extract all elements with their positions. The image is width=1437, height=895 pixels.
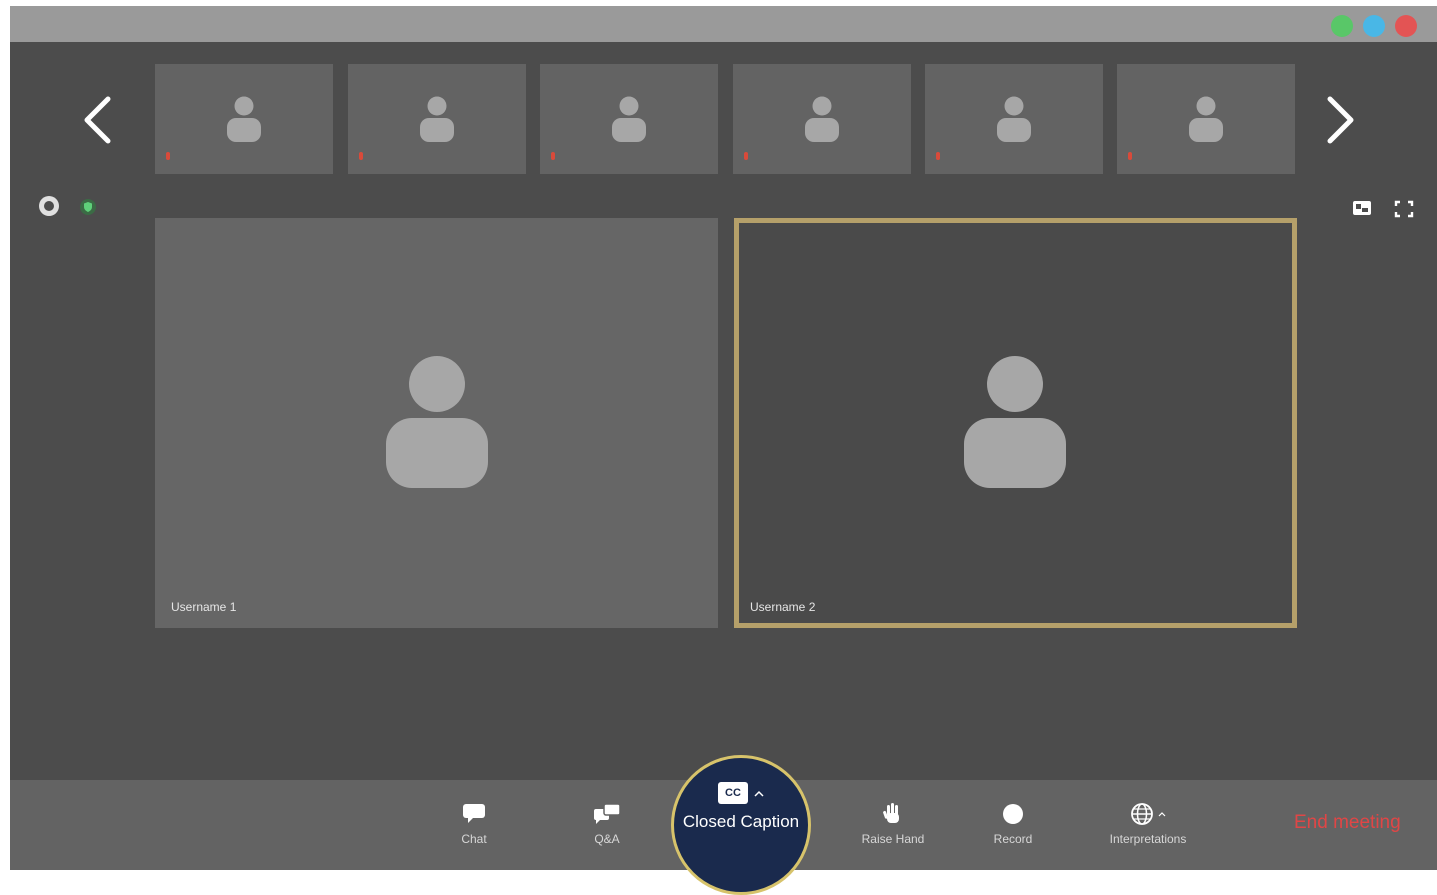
globe-icon	[1131, 803, 1153, 825]
speaker-view-icon	[1353, 201, 1371, 215]
chat-label: Chat	[461, 832, 487, 846]
raise-hand-button[interactable]: Raise Hand	[856, 802, 930, 854]
participant-name: Username 2	[750, 600, 816, 614]
close-window-button[interactable]	[1395, 15, 1417, 37]
participant-thumbnail[interactable]	[348, 64, 526, 174]
chevron-up-icon[interactable]	[754, 789, 764, 797]
speaker-view-button[interactable]	[1352, 200, 1372, 216]
security-button[interactable]	[79, 198, 97, 216]
participant-thumbnail[interactable]	[733, 64, 911, 174]
chat-button[interactable]: Chat	[444, 802, 504, 854]
person-icon	[227, 96, 261, 142]
record-button[interactable]: Record	[983, 802, 1043, 854]
record-label: Record	[993, 832, 1033, 846]
closed-caption-label: Closed Caption	[682, 812, 800, 831]
mic-muted-icon	[936, 152, 940, 160]
active-speaker-video-tile[interactable]: Username 2	[734, 218, 1297, 628]
participant-name: Username 1	[171, 600, 237, 614]
minimize-window-button[interactable]	[1363, 15, 1385, 37]
person-icon	[386, 356, 488, 488]
meeting-info-button[interactable]	[38, 195, 60, 217]
person-icon	[420, 96, 454, 142]
chevron-right-icon	[1327, 96, 1354, 144]
closed-caption-icon: CC	[718, 782, 748, 804]
previous-page-button[interactable]	[77, 95, 117, 145]
mic-muted-icon	[166, 152, 170, 160]
closed-caption-button[interactable]: CC Closed Caption	[671, 755, 811, 895]
next-page-button[interactable]	[1321, 95, 1361, 145]
meeting-toolbar: Chat Q&A CC Closed Caption Raise Hand Re…	[10, 755, 1437, 895]
interpretations-button[interactable]: Interpretations	[1096, 802, 1200, 854]
participant-thumbnail[interactable]	[155, 64, 333, 174]
person-icon	[1189, 96, 1223, 142]
person-icon	[997, 96, 1031, 142]
mic-muted-icon	[744, 152, 748, 160]
end-meeting-button[interactable]: End meeting	[1294, 812, 1401, 834]
participant-thumbnail[interactable]	[1117, 64, 1295, 174]
mic-muted-icon	[359, 152, 363, 160]
meeting-window: Username 1 Username 2 Chat Q&A CC Closed…	[10, 6, 1437, 895]
hand-icon	[883, 803, 899, 823]
chevron-up-icon[interactable]	[1158, 811, 1166, 817]
person-icon	[805, 96, 839, 142]
chat-icon	[463, 804, 485, 823]
participant-thumbnail[interactable]	[540, 64, 718, 174]
cc-badge-text: CC	[725, 787, 741, 799]
title-bar	[10, 6, 1437, 42]
qa-icon	[594, 803, 621, 824]
maximize-window-button[interactable]	[1331, 15, 1353, 37]
mic-muted-icon	[551, 152, 555, 160]
person-icon	[612, 96, 646, 142]
fullscreen-button[interactable]	[1394, 200, 1414, 218]
shield-icon	[80, 199, 96, 215]
mic-muted-icon	[1128, 152, 1132, 160]
fullscreen-icon	[1394, 200, 1414, 218]
qa-label: Q&A	[594, 832, 620, 846]
raise-hand-label: Raise Hand	[861, 832, 925, 846]
video-tile[interactable]: Username 1	[155, 218, 718, 628]
participant-thumbnail[interactable]	[925, 64, 1103, 174]
person-icon	[964, 356, 1066, 488]
video-area: Username 1 Username 2	[10, 42, 1437, 780]
qa-button[interactable]: Q&A	[577, 802, 637, 854]
chevron-left-icon	[84, 96, 111, 144]
info-circle-icon	[39, 196, 59, 216]
interpretations-label: Interpretations	[1109, 832, 1187, 846]
record-icon	[1003, 804, 1023, 824]
